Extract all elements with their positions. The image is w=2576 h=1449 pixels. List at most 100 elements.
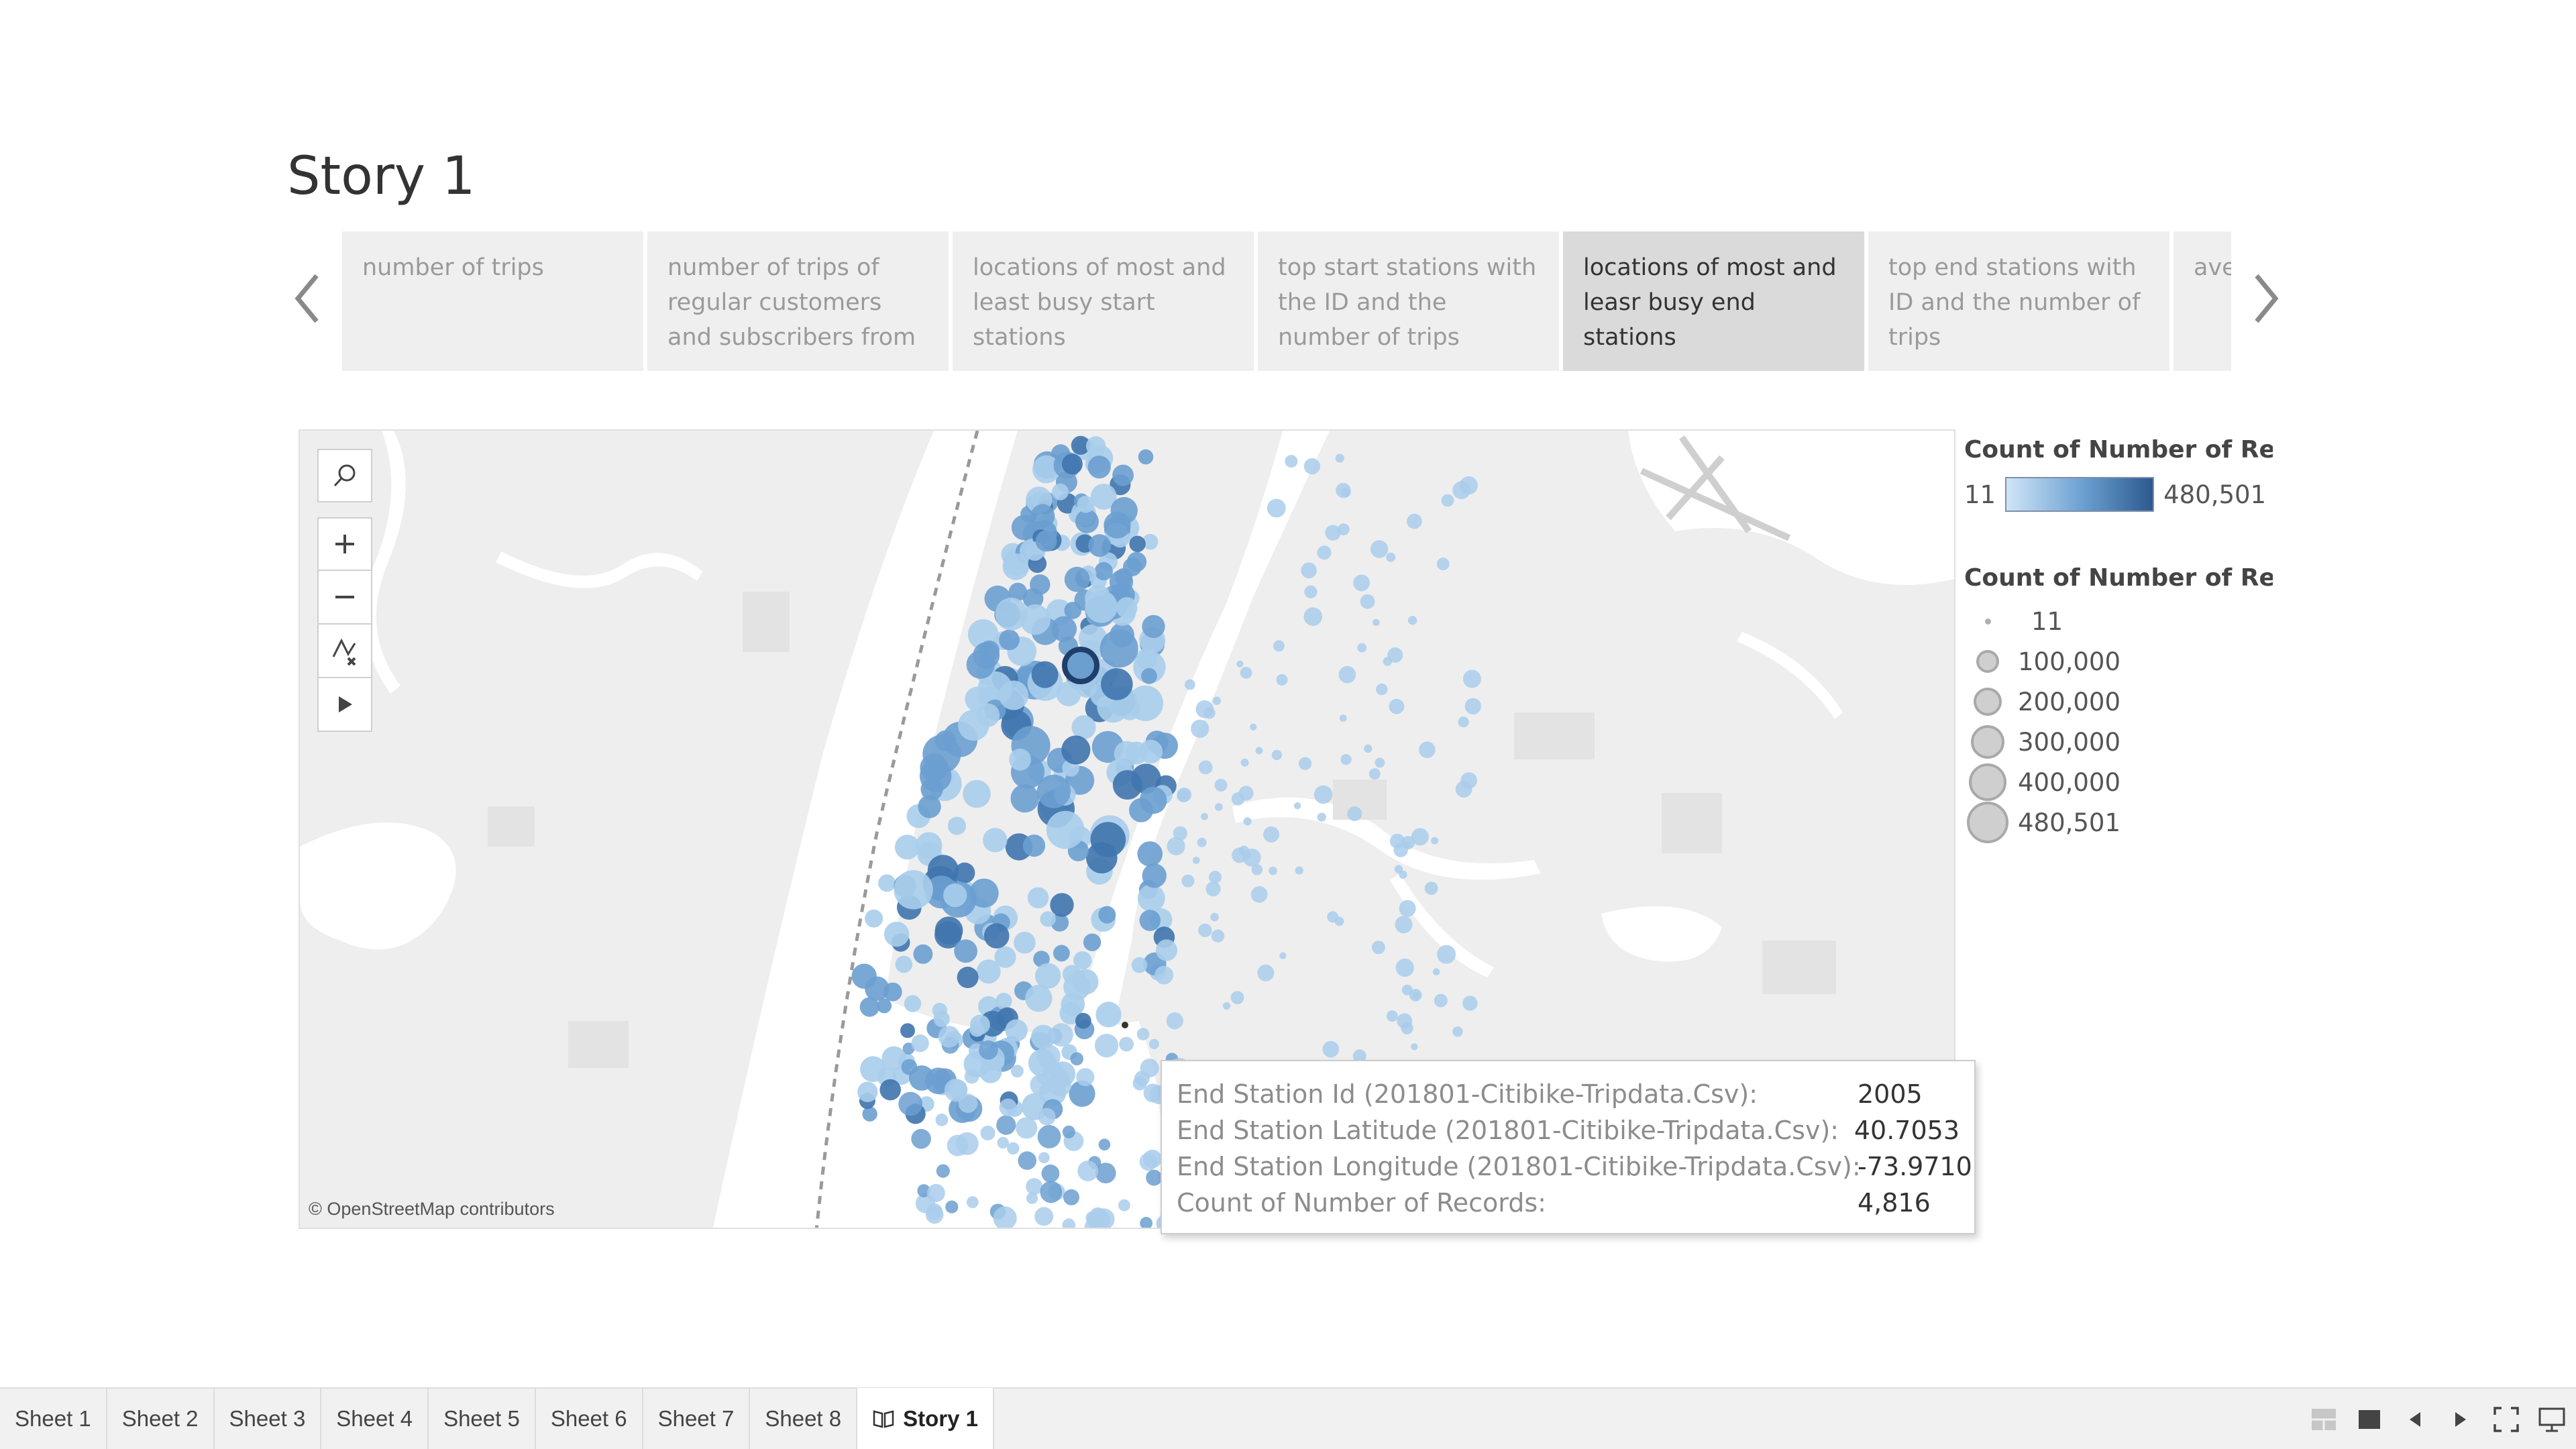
station-point[interactable] — [1031, 661, 1059, 688]
station-point[interactable] — [1411, 828, 1429, 846]
station-point[interactable] — [1368, 768, 1381, 780]
station-point[interactable] — [999, 680, 1029, 710]
station-point[interactable] — [1177, 788, 1192, 802]
station-point[interactable] — [933, 1010, 950, 1028]
tab-sheet-2[interactable]: Sheet 2 — [107, 1388, 215, 1449]
station-point[interactable] — [1166, 1012, 1183, 1030]
station-point[interactable] — [983, 828, 1008, 853]
station-point[interactable] — [983, 923, 1010, 949]
station-point[interactable] — [865, 976, 890, 1001]
station-point[interactable] — [1240, 666, 1252, 679]
station-point[interactable] — [1240, 758, 1249, 767]
station-point[interactable] — [1238, 845, 1250, 856]
station-point[interactable] — [1437, 945, 1456, 964]
station-point[interactable] — [1088, 534, 1111, 557]
station-point[interactable] — [1118, 1199, 1130, 1212]
station-point[interactable] — [1431, 837, 1439, 845]
station-point[interactable] — [1357, 643, 1367, 653]
station-point[interactable] — [1211, 929, 1225, 943]
station-point[interactable] — [1136, 1028, 1150, 1040]
station-point[interactable] — [964, 1069, 979, 1084]
station-point[interactable] — [935, 1114, 949, 1126]
size-legend-title[interactable]: Count of Number of Recor.. — [1964, 564, 2273, 592]
station-point[interactable] — [1112, 770, 1142, 800]
station-point[interactable] — [1095, 1002, 1122, 1028]
show-sheet-sorter-button[interactable] — [2309, 1405, 2339, 1434]
station-point[interactable] — [995, 598, 1028, 631]
station-point[interactable] — [1293, 802, 1301, 810]
station-point[interactable] — [1094, 1034, 1119, 1058]
station-point[interactable] — [973, 642, 1000, 669]
station-point[interactable] — [1236, 660, 1244, 667]
story-prev-arrow[interactable] — [287, 268, 327, 329]
station-point[interactable] — [1076, 1068, 1095, 1087]
station-point[interactable] — [1126, 551, 1147, 572]
station-point[interactable] — [1230, 991, 1244, 1004]
station-point[interactable] — [1026, 1192, 1038, 1204]
station-point[interactable] — [1073, 951, 1092, 970]
station-point[interactable] — [1142, 863, 1167, 888]
station-point[interactable] — [1341, 488, 1351, 498]
station-point[interactable] — [1007, 1142, 1020, 1155]
station-point[interactable] — [1452, 1026, 1463, 1037]
station-point[interactable] — [1075, 509, 1099, 533]
station-point[interactable] — [1053, 945, 1070, 962]
station-point[interactable] — [1376, 683, 1388, 696]
station-point[interactable] — [1411, 1043, 1418, 1051]
station-point[interactable] — [1129, 535, 1146, 552]
tab-sheet-8[interactable]: Sheet 8 — [750, 1388, 858, 1449]
station-point[interactable] — [859, 997, 879, 1017]
station-point[interactable] — [1086, 842, 1118, 873]
station-point[interactable] — [904, 995, 922, 1012]
station-point[interactable] — [1116, 597, 1138, 619]
zoom-in-button[interactable] — [317, 517, 372, 571]
station-point[interactable] — [1041, 1164, 1060, 1183]
station-point[interactable] — [1263, 826, 1280, 843]
station-point[interactable] — [1255, 747, 1263, 755]
station-point[interactable] — [857, 1081, 878, 1102]
station-point[interactable] — [1279, 952, 1287, 959]
station-point[interactable] — [1061, 453, 1083, 475]
station-point[interactable] — [1140, 1217, 1152, 1229]
station-point[interactable] — [1009, 749, 1031, 771]
pan-button[interactable] — [317, 678, 372, 732]
station-point[interactable] — [1098, 1138, 1111, 1150]
station-point[interactable] — [1087, 455, 1111, 479]
station-point[interactable] — [1371, 941, 1385, 955]
station-point[interactable] — [1201, 812, 1208, 820]
station-point[interactable] — [1141, 667, 1157, 684]
station-point[interactable] — [1155, 939, 1178, 961]
station-point[interactable] — [1452, 481, 1470, 500]
station-point[interactable] — [1303, 607, 1323, 626]
station-point[interactable] — [1434, 994, 1448, 1008]
station-point[interactable] — [993, 1206, 1017, 1229]
station-point[interactable] — [980, 1126, 996, 1140]
station-point[interactable] — [894, 870, 933, 910]
station-point[interactable] — [1198, 923, 1212, 937]
station-point[interactable] — [1205, 881, 1221, 897]
station-point[interactable] — [1401, 984, 1413, 996]
station-point[interactable] — [1399, 900, 1416, 917]
station-point[interactable] — [1231, 792, 1245, 806]
station-point[interactable] — [1250, 723, 1257, 731]
station-point[interactable] — [1462, 996, 1478, 1011]
station-point[interactable] — [1386, 552, 1396, 562]
station-point[interactable] — [1005, 1019, 1028, 1042]
station-point[interactable] — [1250, 885, 1268, 903]
station-point[interactable] — [966, 1196, 979, 1208]
station-point[interactable] — [1139, 786, 1167, 814]
station-point[interactable] — [1139, 1152, 1158, 1171]
story-point-7[interactable]: ave bas bir — [2174, 231, 2231, 371]
station-point[interactable] — [994, 946, 1016, 968]
station-point[interactable] — [1077, 496, 1095, 513]
previous-sheet-button[interactable] — [2400, 1405, 2430, 1434]
station-point[interactable] — [1317, 545, 1332, 560]
station-point[interactable] — [1375, 757, 1385, 768]
station-point[interactable] — [969, 878, 999, 908]
station-point[interactable] — [1322, 1040, 1340, 1058]
station-point[interactable] — [1198, 760, 1213, 775]
station-point[interactable] — [1131, 957, 1148, 973]
tab-story-1[interactable]: Story 1 — [857, 1388, 994, 1449]
station-point[interactable] — [1197, 837, 1207, 847]
station-point[interactable] — [918, 795, 941, 818]
